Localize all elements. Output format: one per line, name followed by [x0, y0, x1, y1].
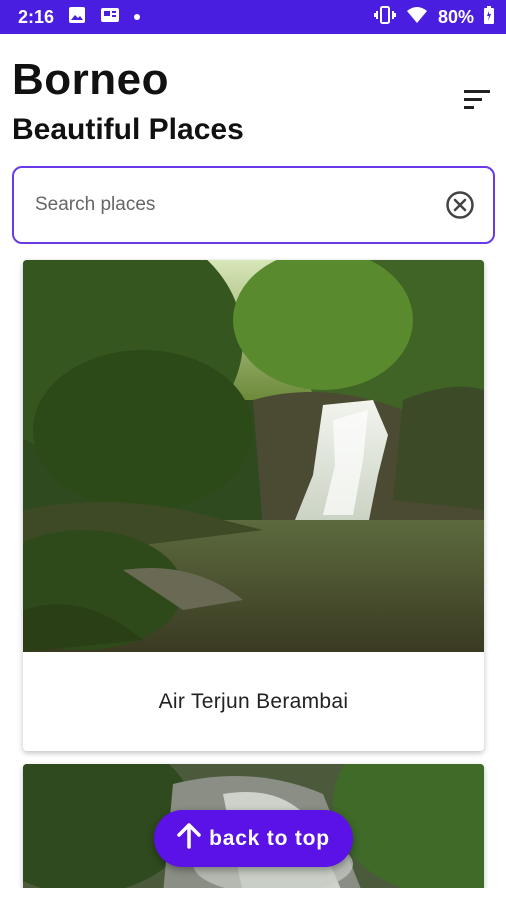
place-photo: [23, 260, 484, 652]
status-bar: 2:16 80%: [0, 0, 506, 34]
page-subtitle: Beautiful Places: [12, 113, 244, 146]
arrow-up-icon: [177, 822, 201, 855]
bottom-edge: [0, 888, 506, 900]
notification-dot-icon: [134, 14, 141, 20]
status-time: 2:16: [18, 6, 55, 27]
clear-icon[interactable]: [445, 190, 475, 220]
back-to-top-label: back to top: [209, 826, 330, 850]
battery-text: 80%: [437, 6, 474, 27]
place-card[interactable]: Air Terjun Berambai: [23, 260, 484, 751]
image-icon: [68, 6, 86, 29]
status-right: 80%: [373, 5, 494, 29]
status-left: 2:16: [18, 6, 141, 29]
header: Borneo Beautiful Places: [12, 56, 494, 156]
place-name: Air Terjun Berambai: [158, 689, 349, 713]
page-title: Borneo: [12, 55, 169, 104]
news-icon: [100, 6, 120, 29]
search-box: [12, 166, 495, 244]
back-to-top-button[interactable]: back to top: [154, 810, 353, 867]
vibrate-icon: [373, 5, 396, 29]
places-list[interactable]: Air Terjun Berambai: [0, 258, 506, 890]
battery-icon: [484, 5, 494, 29]
wifi-icon: [406, 6, 428, 29]
search-input[interactable]: [35, 194, 445, 216]
sort-icon[interactable]: [462, 86, 492, 112]
